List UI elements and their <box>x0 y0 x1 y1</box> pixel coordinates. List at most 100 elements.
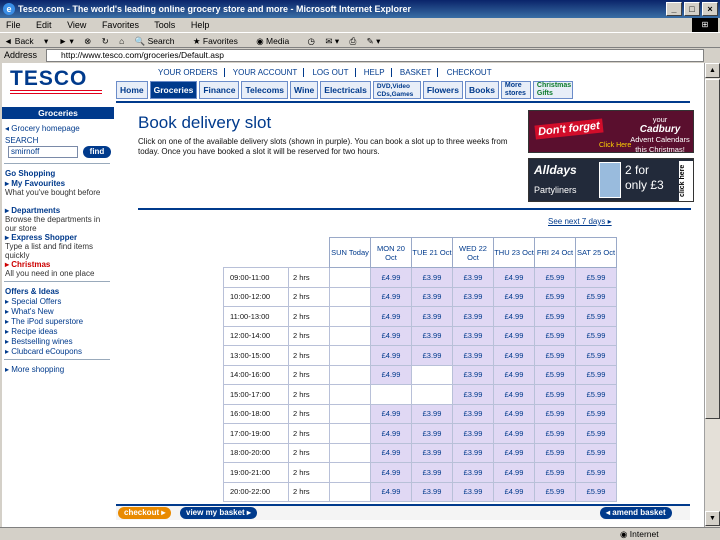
available-slot[interactable]: £4.99 <box>370 286 412 307</box>
available-slot[interactable]: £4.99 <box>370 306 412 327</box>
scroll-up-arrow[interactable]: ▲ <box>705 63 720 78</box>
available-slot[interactable]: £4.99 <box>370 267 412 288</box>
available-slot[interactable]: £4.99 <box>370 481 412 502</box>
available-slot[interactable]: £5.99 <box>534 403 576 424</box>
available-slot[interactable]: £3.99 <box>452 462 494 483</box>
available-slot[interactable]: £5.99 <box>534 286 576 307</box>
available-slot[interactable]: £4.99 <box>493 462 535 483</box>
available-slot[interactable]: £3.99 <box>411 267 453 288</box>
clubcard-ecoupons-link[interactable]: ▸ Clubcard eCoupons <box>5 347 82 356</box>
media-button[interactable]: ◉ Media <box>256 36 297 46</box>
my-favourites-link[interactable]: ▸ My Favourites <box>5 179 65 188</box>
christmas-link[interactable]: ▸ Christmas <box>5 260 50 269</box>
print-button[interactable]: ⎙ <box>349 36 356 46</box>
menu-view[interactable]: View <box>67 20 86 30</box>
see-next-7-days-link[interactable]: See next 7 days ▸ <box>548 217 612 226</box>
grocery-homepage-link[interactable]: ◂ Grocery homepage <box>5 124 80 133</box>
tab-finance[interactable]: Finance <box>199 81 240 99</box>
back-button[interactable]: ◄ Back ▾ <box>4 36 48 46</box>
available-slot[interactable]: £4.99 <box>370 442 412 463</box>
tab-electricals[interactable]: Electricals <box>320 81 371 99</box>
menu-file[interactable]: File <box>6 20 21 30</box>
available-slot[interactable]: £5.99 <box>575 423 617 444</box>
available-slot[interactable]: £5.99 <box>534 423 576 444</box>
available-slot[interactable]: £3.99 <box>452 286 494 307</box>
search-button[interactable]: 🔍 Search <box>135 36 183 46</box>
available-slot[interactable]: £4.99 <box>493 267 535 288</box>
available-slot[interactable]: £3.99 <box>452 423 494 444</box>
available-slot[interactable]: £5.99 <box>534 384 576 405</box>
available-slot[interactable]: £3.99 <box>452 384 494 405</box>
view-my-basket-button[interactable]: view my basket ▸ <box>180 507 257 519</box>
tab-christmas-gifts[interactable]: Christmas Gifts <box>532 81 573 99</box>
available-slot[interactable]: £3.99 <box>411 423 453 444</box>
available-slot[interactable]: £3.99 <box>411 325 453 346</box>
find-button[interactable]: find <box>83 146 111 158</box>
checkout-button[interactable]: checkout ▸ <box>118 507 172 519</box>
available-slot[interactable]: £3.99 <box>452 325 494 346</box>
available-slot[interactable]: £4.99 <box>370 462 412 483</box>
available-slot[interactable]: £4.99 <box>493 286 535 307</box>
recipe-ideas-link[interactable]: ▸ Recipe ideas <box>5 327 58 336</box>
tab-groceries[interactable]: Groceries <box>149 81 198 99</box>
available-slot[interactable]: £5.99 <box>534 345 576 366</box>
tab-wine[interactable]: Wine <box>290 81 319 99</box>
available-slot[interactable]: £5.99 <box>534 481 576 502</box>
available-slot[interactable]: £3.99 <box>452 306 494 327</box>
available-slot[interactable]: £5.99 <box>575 306 617 327</box>
nav-your-account[interactable]: YOUR ACCOUNT <box>226 68 305 77</box>
whats-new-link[interactable]: ▸ What's New <box>5 307 54 316</box>
available-slot[interactable]: £3.99 <box>411 306 453 327</box>
available-slot[interactable]: £4.99 <box>370 423 412 444</box>
available-slot[interactable]: £5.99 <box>575 267 617 288</box>
tab-books[interactable]: Books <box>464 81 499 99</box>
available-slot[interactable]: £4.99 <box>493 423 535 444</box>
menu-favorites[interactable]: Favorites <box>102 20 139 30</box>
available-slot[interactable]: £3.99 <box>411 462 453 483</box>
available-slot[interactable]: £5.99 <box>575 286 617 307</box>
nav-help[interactable]: HELP <box>357 68 392 77</box>
tesco-logo[interactable]: TESCO <box>10 67 87 91</box>
address-field[interactable]: http://www.tesco.com/groceries/Default.a… <box>46 49 704 62</box>
available-slot[interactable]: £3.99 <box>452 403 494 424</box>
available-slot[interactable]: £5.99 <box>575 364 617 385</box>
tab-home[interactable]: Home <box>116 81 148 99</box>
available-slot[interactable]: £4.99 <box>493 403 535 424</box>
available-slot[interactable]: £3.99 <box>411 442 453 463</box>
favorites-button[interactable]: ★ Favorites <box>193 36 246 46</box>
available-slot[interactable]: £5.99 <box>534 267 576 288</box>
more-shopping-link[interactable]: ▸ More shopping <box>5 365 64 374</box>
nav-log-out[interactable]: LOG OUT <box>306 68 356 77</box>
departments-link[interactable]: ▸ Departments <box>5 206 60 215</box>
tab-flowers[interactable]: Flowers <box>422 81 463 99</box>
available-slot[interactable]: £3.99 <box>452 267 494 288</box>
ipod-superstore-link[interactable]: ▸ The iPod superstore <box>5 317 83 326</box>
available-slot[interactable]: £4.99 <box>493 345 535 366</box>
vertical-scrollbar[interactable]: ▲ ▼ <box>704 63 720 527</box>
available-slot[interactable]: £5.99 <box>575 481 617 502</box>
minimize-button[interactable]: _ <box>666 2 682 16</box>
available-slot[interactable]: £4.99 <box>493 384 535 405</box>
available-slot[interactable]: £4.99 <box>370 345 412 366</box>
nav-basket[interactable]: BASKET <box>393 68 439 77</box>
tab-dvd-video[interactable]: DVD,Video CDs,Games <box>372 81 421 99</box>
scroll-down-arrow[interactable]: ▼ <box>705 511 720 526</box>
available-slot[interactable]: £3.99 <box>452 364 494 385</box>
mail-button[interactable]: ✉ ▾ <box>325 36 339 46</box>
available-slot[interactable]: £3.99 <box>411 286 453 307</box>
available-slot[interactable]: £4.99 <box>370 364 412 385</box>
available-slot[interactable]: £4.99 <box>493 442 535 463</box>
available-slot[interactable]: £3.99 <box>452 345 494 366</box>
amend-basket-button[interactable]: ◂ amend basket <box>600 507 672 519</box>
available-slot[interactable]: £5.99 <box>575 442 617 463</box>
available-slot[interactable]: £5.99 <box>534 325 576 346</box>
express-shopper-link[interactable]: ▸ Express Shopper <box>5 233 77 242</box>
menu-help[interactable]: Help <box>191 20 210 30</box>
alldays-promo-banner[interactable]: Alldays Partyliners 2 for only £3 click … <box>528 158 694 202</box>
available-slot[interactable]: £3.99 <box>452 481 494 502</box>
available-slot[interactable]: £3.99 <box>411 345 453 366</box>
available-slot[interactable]: £4.99 <box>493 306 535 327</box>
nav-checkout[interactable]: CHECKOUT <box>441 68 498 77</box>
available-slot[interactable]: £5.99 <box>575 345 617 366</box>
available-slot[interactable]: £4.99 <box>370 325 412 346</box>
